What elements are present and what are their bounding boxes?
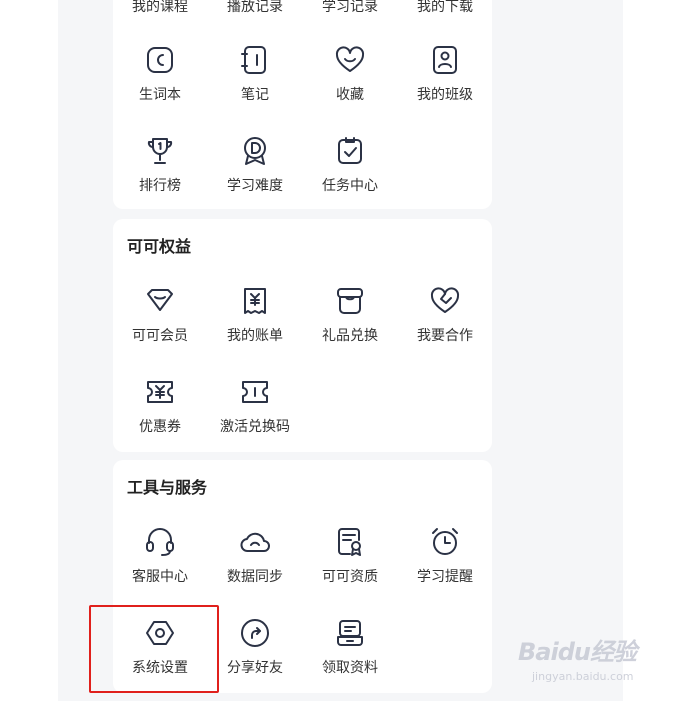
menu-item-label: 礼品兑换 [322, 328, 378, 344]
notebook-icon [239, 44, 271, 76]
bill-receipt-icon [239, 285, 271, 317]
vocabulary-book-icon [144, 44, 176, 76]
menu-item-coupon[interactable]: 优惠券 [113, 376, 207, 456]
menu-item-leaderboard[interactable]: 排行榜 [113, 135, 207, 215]
menu-item-system-settings[interactable]: 系统设置 [113, 617, 207, 697]
materials-stack-icon [334, 617, 366, 649]
study-card: 我的课程 播放记录 学习记录 我的下载 生词本 笔记 收藏 我的班级 排行榜 学… [113, 0, 492, 209]
cloud-sync-icon [239, 526, 271, 558]
trophy-icon [144, 135, 176, 167]
menu-item-label: 生词本 [139, 87, 181, 103]
menu-item-label: 排行榜 [139, 178, 181, 194]
menu-item-qualification[interactable]: 可可资质 [303, 526, 397, 606]
menu-item-label: 可可资质 [322, 569, 378, 585]
menu-item-label: 我要合作 [417, 328, 473, 344]
menu-item-label: 可可会员 [132, 328, 188, 344]
menu-item-vocabulary[interactable]: 生词本 [113, 44, 207, 124]
menu-item-redeem-code[interactable]: 激活兑换码 [208, 376, 302, 456]
menu-item-favorites[interactable]: 收藏 [303, 44, 397, 124]
headset-icon [144, 526, 176, 558]
menu-item-notes[interactable]: 笔记 [208, 44, 302, 124]
menu-item-difficulty[interactable]: 学习难度 [208, 135, 302, 215]
menu-item-customer-service[interactable]: 客服中心 [113, 526, 207, 606]
menu-item-my-class[interactable]: 我的班级 [398, 44, 492, 124]
heart-favorite-icon [334, 44, 366, 76]
menu-item-label: 笔记 [241, 87, 269, 103]
menu-item-task-center[interactable]: 任务中心 [303, 135, 397, 215]
menu-item-label: 我的账单 [227, 328, 283, 344]
menu-item-label: 学习提醒 [417, 569, 473, 585]
menu-item-label: 激活兑换码 [220, 419, 290, 435]
alarm-clock-icon [429, 526, 461, 558]
menu-item-label: 学习难度 [227, 178, 283, 194]
benefits-card: 可可权益 可可会员 我的账单 礼品兑换 我要合作 优惠券 激活兑换码 [113, 219, 492, 452]
menu-item-label: 收藏 [336, 87, 364, 103]
tools-card: 工具与服务 客服中心 数据同步 可可资质 学习提醒 系统设置 分享好友 领取资料 [113, 460, 492, 693]
diamond-member-icon [144, 285, 176, 317]
menu-item-study-reminder[interactable]: 学习提醒 [398, 526, 492, 606]
menu-item-label: 我的班级 [417, 87, 473, 103]
menu-item-label: 我的课程 [132, 0, 188, 15]
class-profile-icon [429, 44, 461, 76]
section-title: 工具与服务 [127, 478, 208, 497]
section-title: 可可权益 [127, 237, 192, 256]
difficulty-medal-icon [239, 135, 271, 167]
menu-item-share-friends[interactable]: 分享好友 [208, 617, 302, 697]
share-arrow-icon [239, 617, 271, 649]
menu-item-label: 领取资料 [322, 660, 378, 676]
menu-item-label: 我的下载 [417, 0, 473, 15]
menu-item-label: 优惠券 [139, 419, 181, 435]
menu-item-membership[interactable]: 可可会员 [113, 285, 207, 365]
gift-box-icon [334, 285, 366, 317]
handshake-heart-icon [429, 285, 461, 317]
menu-item-label: 播放记录 [227, 0, 283, 15]
menu-item-get-materials[interactable]: 领取资料 [303, 617, 397, 697]
menu-item-label: 客服中心 [132, 569, 188, 585]
menu-item-my-bill[interactable]: 我的账单 [208, 285, 302, 365]
menu-item-data-sync[interactable]: 数据同步 [208, 526, 302, 606]
task-clipboard-icon [334, 135, 366, 167]
certificate-icon [334, 526, 366, 558]
menu-item-label: 数据同步 [227, 569, 283, 585]
menu-item-label: 任务中心 [322, 178, 378, 194]
ticket-code-icon [239, 376, 271, 408]
menu-item-label: 系统设置 [132, 660, 188, 676]
menu-item-label: 学习记录 [322, 0, 378, 15]
menu-item-label: 分享好友 [227, 660, 283, 676]
coupon-yen-icon [144, 376, 176, 408]
hexagon-settings-icon [144, 617, 176, 649]
menu-item-gift-exchange[interactable]: 礼品兑换 [303, 285, 397, 365]
menu-item-cooperation[interactable]: 我要合作 [398, 285, 492, 365]
